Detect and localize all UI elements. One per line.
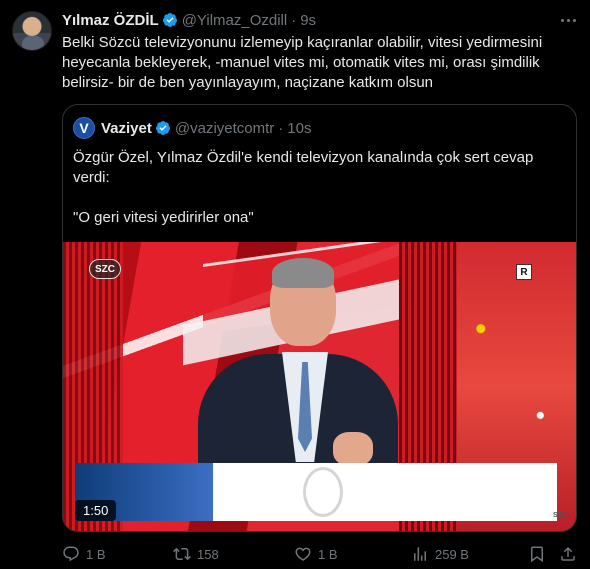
rating-badge: R — [516, 264, 532, 280]
tweet-text: Belki Sözcü televizyonunu izlemeyip kaçı… — [62, 34, 543, 91]
author-name[interactable]: Yılmaz ÖZDİL — [62, 12, 159, 29]
views-button[interactable]: 259 B — [411, 544, 469, 564]
repost-button[interactable]: 158 — [173, 544, 219, 564]
quoted-tweet-header: V Vaziyet @vaziyetcomtr · 10s — [73, 117, 311, 139]
quoted-author-handle[interactable]: @vaziyetcomtr — [175, 120, 274, 137]
tweet-header: Yılmaz ÖZDİL @Yilmaz_Ozdill · 9s — [62, 11, 316, 29]
like-icon — [295, 547, 311, 561]
video-duration: 1:50 — [75, 500, 117, 521]
channel-logo: SZC — [89, 259, 121, 279]
tweet-timestamp[interactable]: 9s — [300, 12, 316, 29]
reply-button[interactable]: 1 B — [62, 544, 106, 564]
bookmark-icon — [531, 546, 543, 563]
quoted-author-avatar[interactable]: V — [73, 117, 95, 139]
quoted-author-name[interactable]: Vaziyet — [101, 120, 152, 137]
repost-icon — [173, 547, 191, 561]
separator-dot: · — [278, 119, 284, 137]
separator-dot: · — [291, 11, 297, 29]
share-icon — [561, 546, 575, 561]
tweet-card[interactable]: Yılmaz ÖZDİL @Yilmaz_Ozdill · 9s Belki S… — [0, 0, 590, 569]
quoted-tweet[interactable]: V Vaziyet @vaziyetcomtr · 10s Özgür Özel… — [62, 104, 577, 532]
speaker-hand — [333, 432, 373, 466]
video-player[interactable]: SZC R SZC 1:50 — [63, 242, 576, 531]
more-options-icon[interactable] — [558, 10, 578, 30]
action-bar: 1 B 158 1 B 259 B — [62, 544, 577, 564]
view-count: 259 B — [435, 546, 469, 562]
like-count: 1 B — [318, 546, 338, 562]
verified-badge-icon — [155, 121, 170, 135]
quoted-timestamp[interactable]: 10s — [287, 120, 311, 137]
views-icon — [414, 547, 426, 561]
quoted-tweet-text: Özgür Özel, Yılmaz Özdil'e kendi televiz… — [73, 148, 563, 248]
quoted-text-line1: Özgür Özel, Yılmaz Özdil'e kendi televiz… — [73, 149, 534, 186]
corner-channel-logo: SZC — [553, 512, 567, 519]
bookmark-button[interactable] — [528, 544, 552, 564]
quoted-text-line2: "O geri vitesi yedirirler ona" — [73, 209, 254, 226]
reply-icon — [63, 546, 79, 562]
video-lower-third-logo — [303, 467, 343, 517]
author-handle[interactable]: @Yilmaz_Ozdill — [182, 12, 288, 29]
author-avatar[interactable] — [12, 11, 52, 51]
like-button[interactable]: 1 B — [294, 544, 338, 564]
share-button[interactable] — [559, 544, 583, 564]
verified-badge-icon — [162, 13, 177, 27]
repost-count: 158 — [197, 546, 219, 562]
reply-count: 1 B — [86, 546, 106, 562]
speaker-hair — [272, 258, 334, 288]
